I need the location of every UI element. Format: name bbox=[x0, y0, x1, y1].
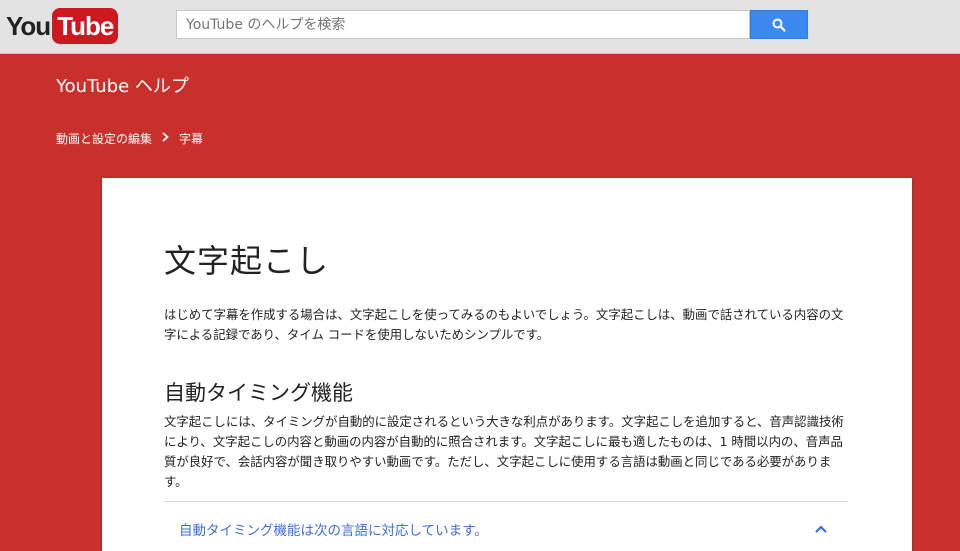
breadcrumb: 動画と設定の編集 字幕 bbox=[56, 130, 203, 147]
chevron-up-icon bbox=[815, 525, 827, 533]
search-button[interactable] bbox=[750, 10, 808, 39]
search-bar bbox=[176, 10, 808, 39]
search-input[interactable] bbox=[176, 10, 750, 39]
breadcrumb-item-subtitles[interactable]: 字幕 bbox=[179, 130, 203, 147]
youtube-logo[interactable]: You Tube bbox=[6, 8, 119, 44]
languages-expander[interactable]: 自動タイミング機能は次の言語に対応しています。 bbox=[164, 502, 848, 551]
expander-label: 自動タイミング機能は次の言語に対応しています。 bbox=[179, 523, 488, 539]
top-bar: You Tube bbox=[0, 0, 960, 54]
breadcrumb-item-edit-videos[interactable]: 動画と設定の編集 bbox=[56, 130, 152, 147]
logo-tube-text: Tube bbox=[52, 8, 119, 44]
logo-you-text: You bbox=[6, 10, 51, 41]
page-title: 文字起こし bbox=[164, 242, 330, 280]
help-center-title[interactable]: YouTube ヘルプ bbox=[56, 72, 189, 98]
section-paragraph: 文字起こしには、タイミングが自動的に設定されるという大きな利点があります。文字起… bbox=[164, 414, 844, 489]
section-heading: 自動タイミング機能 bbox=[164, 381, 353, 405]
chevron-right-icon bbox=[162, 131, 169, 146]
article-card: 文字起こし はじめて字幕を作成する場合は、文字起こしを使ってみるのもよいでしょう… bbox=[102, 178, 912, 551]
intro-paragraph: はじめて字幕を作成する場合は、文字起こしを使ってみるのもよいでしょう。文字起こし… bbox=[164, 307, 844, 342]
search-icon bbox=[772, 18, 786, 32]
